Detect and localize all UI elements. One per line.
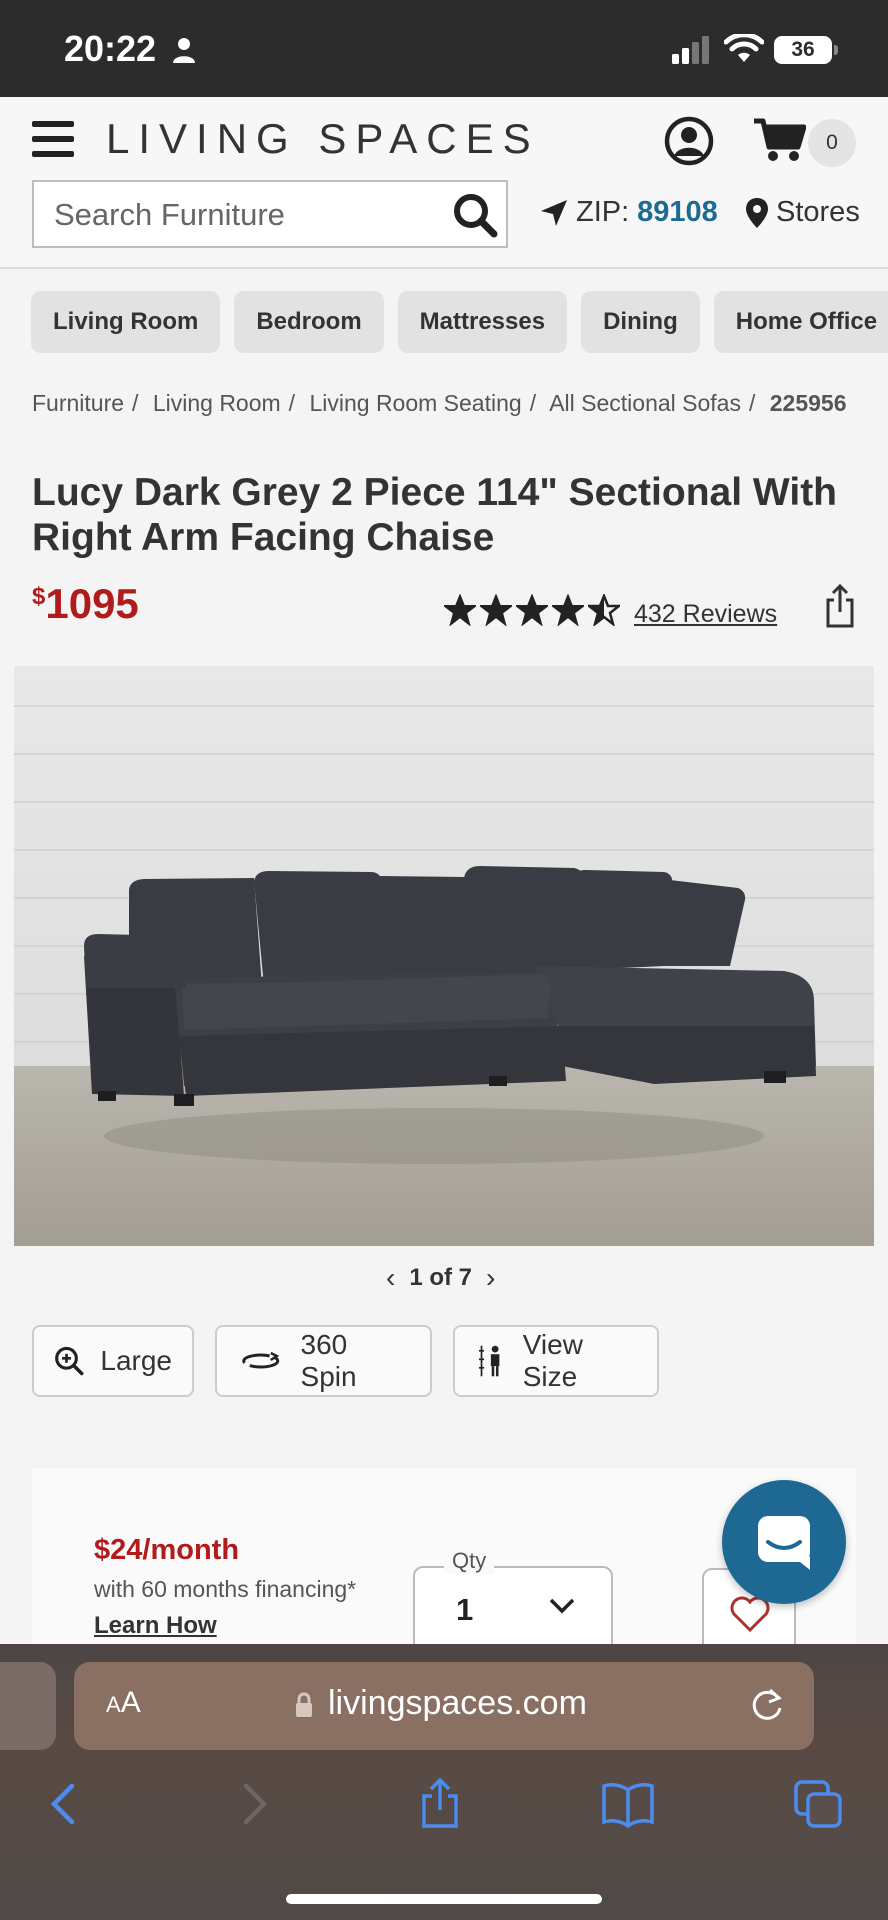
prev-image-icon[interactable]: ‹	[386, 1262, 395, 1294]
breadcrumb: Furniture / Living Room / Living Room Seat…	[32, 390, 847, 416]
search-bar	[32, 180, 508, 248]
address-bar[interactable]: AA livingspaces.com	[74, 1662, 814, 1750]
person-size-icon	[478, 1345, 500, 1377]
image-pager: ‹ 1 of 7 ›	[386, 1262, 495, 1294]
price-currency: $	[32, 583, 46, 610]
cellular-signal-icon	[672, 36, 709, 64]
category-bedroom[interactable]: Bedroom	[234, 291, 384, 353]
share-sheet-icon[interactable]	[414, 1778, 466, 1830]
share-icon[interactable]	[824, 584, 856, 628]
breadcrumb-link[interactable]: All Sectional Sofas	[549, 390, 741, 416]
account-icon[interactable]	[664, 116, 714, 166]
site-header: LIVING SPACES 0 ZIP: 89108 Stores	[0, 97, 888, 269]
cart-count-badge[interactable]: 0	[808, 119, 856, 167]
cart-icon[interactable]	[754, 117, 806, 163]
location-arrow-icon	[541, 199, 567, 226]
star-full-icon	[516, 594, 548, 626]
category-living-room[interactable]: Living Room	[31, 291, 221, 353]
zip-label: ZIP:	[576, 196, 630, 228]
rotate-360-icon	[242, 1351, 280, 1369]
star-full-icon	[444, 594, 476, 626]
chevron-down-icon	[549, 1598, 575, 1614]
stores-label: Stores	[776, 196, 860, 228]
zip-code[interactable]: 89108	[637, 196, 718, 229]
stores-link[interactable]: Stores	[746, 196, 860, 229]
url-text[interactable]: livingspaces.com	[328, 1684, 587, 1723]
zoom-in-icon	[55, 1346, 84, 1376]
search-icon[interactable]	[452, 192, 498, 238]
lock-icon	[296, 1692, 312, 1717]
chat-icon	[758, 1516, 810, 1570]
chat-button[interactable]	[722, 1480, 846, 1604]
previous-tab-peek[interactable]	[0, 1662, 56, 1750]
large-view-button[interactable]: Large	[32, 1325, 194, 1397]
tabs-icon[interactable]	[792, 1778, 844, 1830]
monthly-price: $24/month	[94, 1534, 240, 1566]
reviews-link[interactable]: 432 Reviews	[634, 600, 777, 629]
search-input[interactable]	[54, 196, 434, 234]
person-icon	[173, 38, 195, 63]
product-price: $1095	[32, 580, 139, 628]
sectional-sofa-image	[14, 666, 874, 1246]
qty-value: 1	[456, 1592, 474, 1627]
breadcrumb-link[interactable]: Furniture	[32, 390, 124, 416]
rating-stars[interactable]	[444, 594, 620, 626]
site-logo[interactable]: LIVING SPACES	[106, 115, 540, 163]
menu-icon[interactable]	[32, 121, 74, 157]
breadcrumb-link[interactable]: Living Room Seating	[309, 390, 521, 416]
reload-icon[interactable]	[748, 1686, 786, 1724]
category-home-office[interactable]: Home Office	[713, 291, 888, 353]
battery-indicator: 36	[774, 36, 838, 64]
reader-options-button[interactable]: AA	[106, 1686, 141, 1720]
next-image-icon[interactable]: ›	[486, 1262, 495, 1294]
zip-selector[interactable]: ZIP: 89108	[540, 196, 718, 229]
status-time: 20:22	[64, 28, 157, 69]
financing-text: with 60 months financing*	[94, 1576, 357, 1602]
image-counter: 1 of 7	[409, 1264, 473, 1291]
map-pin-icon	[746, 197, 768, 228]
spin-360-button[interactable]: 360 Spin	[215, 1325, 432, 1397]
price-amount: 1095	[45, 580, 139, 627]
quantity-select[interactable]	[413, 1566, 613, 1652]
forward-icon[interactable]	[228, 1778, 280, 1830]
spin-360-label: 360 Spin	[300, 1329, 357, 1392]
product-title: Lucy Dark Grey 2 Piece 114" Sectional Wi…	[32, 471, 838, 559]
home-indicator	[286, 1894, 602, 1904]
back-icon[interactable]	[38, 1778, 90, 1830]
category-nav: Living Room Bedroom Mattresses Dining Ho…	[31, 291, 888, 353]
star-half-icon	[588, 594, 620, 626]
star-full-icon	[480, 594, 512, 626]
category-mattresses[interactable]: Mattresses	[397, 291, 568, 353]
product-image[interactable]	[14, 666, 874, 1246]
heart-icon	[730, 1596, 770, 1632]
breadcrumb-sku: 225956	[769, 390, 847, 416]
star-full-icon	[552, 594, 584, 626]
wifi-icon	[724, 34, 764, 62]
large-view-label: Large	[100, 1345, 172, 1376]
view-size-label: View Size	[522, 1329, 583, 1392]
category-dining[interactable]: Dining	[581, 291, 700, 353]
status-bar: 20:22 36	[0, 0, 888, 97]
view-size-button[interactable]: View Size	[453, 1325, 659, 1397]
qty-label: Qty	[444, 1548, 495, 1574]
learn-how-link[interactable]: Learn How	[94, 1612, 217, 1640]
bookmarks-icon[interactable]	[602, 1778, 654, 1830]
breadcrumb-link[interactable]: Living Room	[153, 390, 281, 416]
